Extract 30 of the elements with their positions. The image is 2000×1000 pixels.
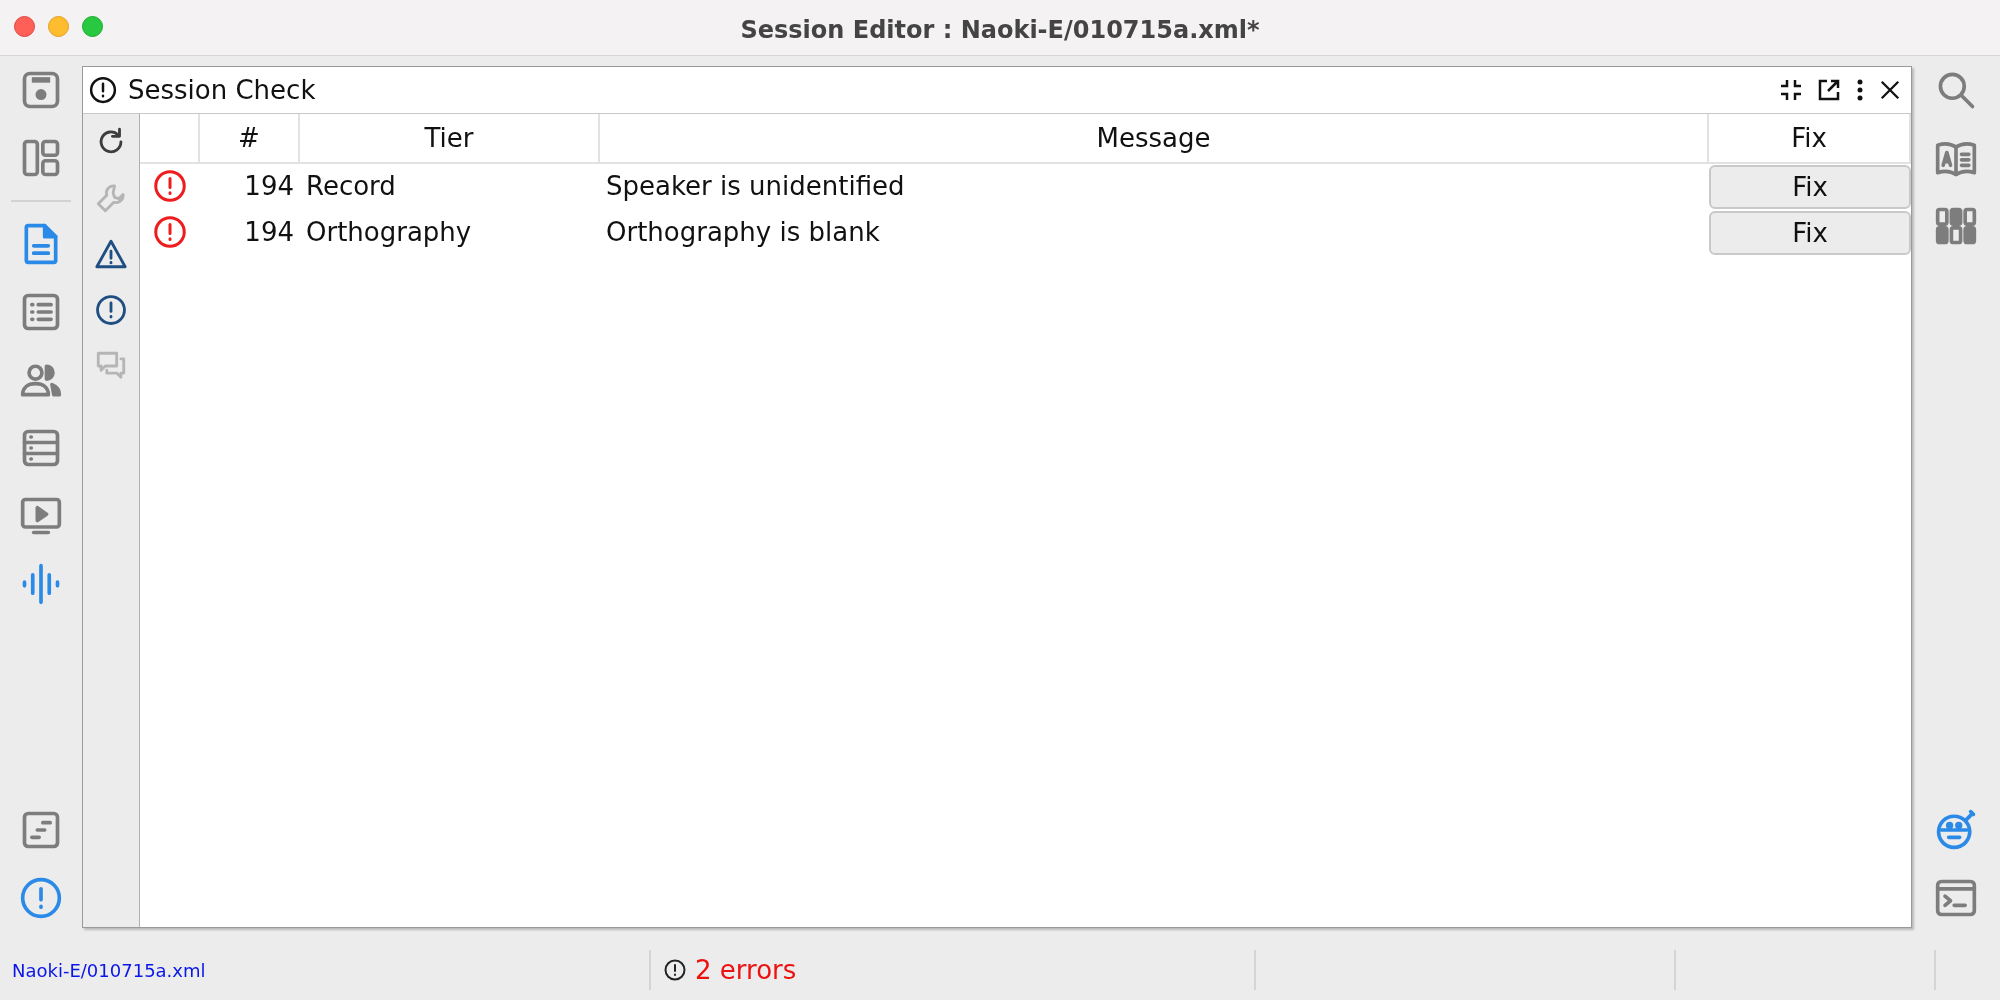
- panel-title: Session Check: [128, 75, 317, 105]
- column-header: #: [200, 114, 300, 164]
- alert-icon: [663, 958, 687, 982]
- table-cell-text: Speaker is unidentified: [605, 170, 906, 203]
- close-icon[interactable]: [1879, 79, 1901, 101]
- more-icon[interactable]: [1855, 78, 1865, 102]
- column-header: Message: [600, 114, 1709, 164]
- zoom-button[interactable]: [82, 16, 103, 37]
- alert-icon[interactable]: [19, 876, 63, 920]
- table-cell-text: 194: [243, 216, 295, 249]
- error-count[interactable]: 2 errors: [695, 955, 797, 985]
- alert-icon[interactable]: [94, 293, 128, 327]
- alert-icon: [152, 168, 188, 204]
- table-cell-text: Orthography is blank: [605, 216, 881, 249]
- fix-button[interactable]: Fix: [1709, 211, 1911, 255]
- pop-out-icon[interactable]: [1817, 78, 1841, 102]
- table-cell-text: 194: [243, 170, 295, 203]
- column-header: Tier: [300, 114, 600, 164]
- table-cell-text: Record: [305, 170, 397, 203]
- file-path-link[interactable]: Naoki-E/010715a.xml: [12, 959, 206, 981]
- collapse-icon[interactable]: [1779, 78, 1803, 102]
- robot-face-icon[interactable]: [1934, 808, 1978, 852]
- close-button[interactable]: [14, 16, 35, 37]
- table-cell-text: Orthography: [305, 216, 473, 249]
- window-title: Session Editor : Naoki-E/010715a.xml*: [739, 14, 1261, 44]
- alert-icon: [88, 75, 118, 105]
- alert-icon: [152, 214, 188, 250]
- warning-icon[interactable]: [94, 237, 128, 271]
- fix-button[interactable]: Fix: [1709, 165, 1911, 209]
- minimize-button[interactable]: [48, 16, 69, 37]
